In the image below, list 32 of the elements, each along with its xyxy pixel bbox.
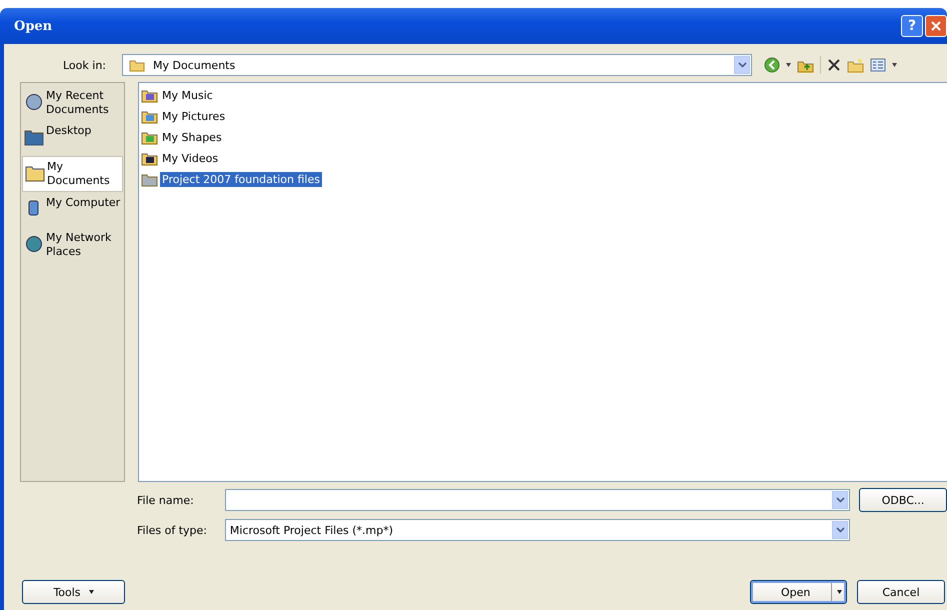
look-in-label: Look in:: [62, 58, 107, 72]
dropdown-arrow-icon: [836, 590, 842, 594]
places-item[interactable]: My Documents: [22, 156, 123, 192]
file-item[interactable]: My Pictures: [141, 106, 945, 127]
views-icon[interactable]: [870, 58, 886, 72]
places-item[interactable]: My Computer: [22, 193, 123, 227]
file-item[interactable]: My Videos: [141, 148, 945, 169]
window-title: Open: [14, 18, 54, 34]
close-button[interactable]: [925, 15, 947, 37]
odbc-button[interactable]: ODBC...: [859, 488, 947, 512]
close-icon: [931, 21, 941, 31]
places-item[interactable]: Desktop: [22, 121, 123, 155]
cancel-button[interactable]: Cancel: [857, 580, 945, 604]
file-item[interactable]: Project 2007 foundation files: [141, 169, 945, 190]
dropdown-arrow-icon[interactable]: [786, 63, 791, 67]
help-button[interactable]: ?: [901, 15, 923, 37]
file-item[interactable]: My Shapes: [141, 127, 945, 148]
file-name-field[interactable]: [224, 489, 850, 511]
places-item[interactable]: My Recent Documents: [22, 86, 123, 120]
file-name-label: File name:: [137, 494, 195, 506]
places-item[interactable]: My Network Places: [22, 228, 123, 262]
file-type-label: Files of type:: [137, 524, 208, 536]
tools-button[interactable]: Tools: [22, 580, 125, 604]
back-icon[interactable]: [764, 57, 780, 73]
dropdown-arrow-icon[interactable]: [892, 63, 897, 67]
file-item[interactable]: My Music: [141, 85, 945, 106]
look-in-dropdown[interactable]: My Documents: [122, 54, 752, 76]
delete-icon[interactable]: [827, 58, 841, 72]
file-type-dropdown[interactable]: Microsoft Project Files (*.mp*): [224, 519, 850, 541]
dropdown-arrow-icon: [88, 590, 94, 594]
open-button[interactable]: Open: [750, 580, 847, 604]
globe-icon: [24, 235, 44, 253]
